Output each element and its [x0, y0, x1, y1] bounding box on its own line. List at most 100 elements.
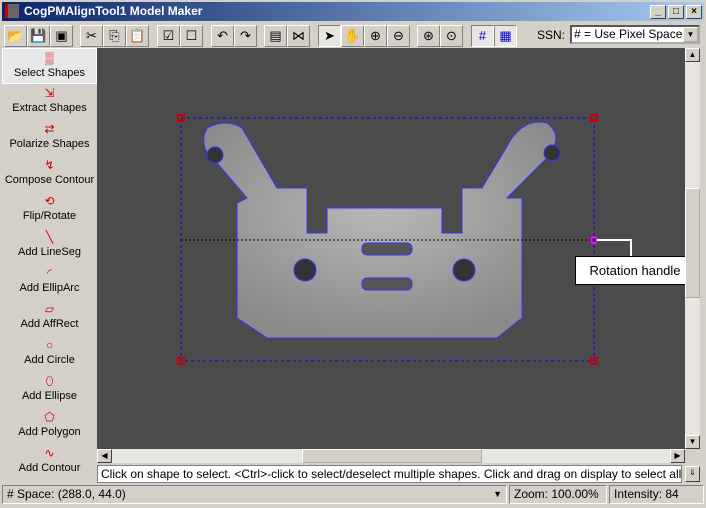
- redo-button[interactable]: ↷: [234, 25, 257, 47]
- properties-icon: ▤: [269, 28, 282, 43]
- undo-button[interactable]: ↶: [211, 25, 234, 47]
- redo-icon: ↷: [240, 28, 251, 43]
- tool-label: Extract Shapes: [12, 102, 87, 114]
- add-affrect-icon: ▱: [44, 302, 55, 316]
- tool-label: Add Polygon: [18, 426, 81, 438]
- save-icon: 💾: [30, 28, 47, 43]
- open-button[interactable]: 📂: [4, 25, 27, 47]
- pan-button[interactable]: ✋: [341, 25, 364, 47]
- zoom-out-icon: ⊖: [393, 28, 404, 43]
- tool-label: Compose Contour: [4, 174, 95, 186]
- tool-label: Add Contour: [18, 462, 81, 474]
- tool-label: Add Circle: [24, 354, 75, 366]
- close-button[interactable]: ×: [686, 5, 702, 19]
- pointer-icon: ➤: [324, 28, 335, 43]
- add-lineseg-icon: ╲: [45, 230, 54, 244]
- fine-grid-button[interactable]: ▦: [494, 25, 517, 47]
- pan-icon: ✋: [344, 28, 361, 43]
- tool-add-circle[interactable]: ○ Add Circle: [2, 336, 97, 372]
- rotation-handle-callout: Rotation handle: [575, 256, 695, 285]
- tool-add-affrect[interactable]: ▱ Add AffRect: [2, 300, 97, 336]
- scroll-up-icon[interactable]: ▲: [685, 48, 700, 62]
- cut-icon: ✂: [86, 28, 97, 43]
- zoom-out-button[interactable]: ⊖: [387, 25, 410, 47]
- horizontal-scrollbar[interactable]: ◀ ▶: [97, 449, 685, 463]
- image-display[interactable]: [97, 48, 685, 449]
- deselect-button[interactable]: ☐: [180, 25, 203, 47]
- add-elliparc-icon: ◜: [47, 266, 52, 280]
- fit-button[interactable]: ⋈: [287, 25, 310, 47]
- minimize-button[interactable]: _: [650, 5, 666, 19]
- window-title: CogPMAlignTool1 Model Maker: [24, 4, 203, 18]
- tool-label: Add EllipArc: [19, 282, 80, 294]
- app-icon: [5, 4, 19, 18]
- save-as-icon: ▣: [55, 28, 68, 43]
- add-circle-icon: ○: [45, 338, 54, 352]
- tool-select-shapes[interactable]: ▒ Select Shapes: [2, 48, 97, 84]
- compose-contour-icon: ↯: [44, 158, 55, 172]
- vertical-scrollbar[interactable]: ▲ ▼: [685, 48, 700, 449]
- status-bar: # Space: (288.0, 44.0) ▼ Zoom: 100.00% In…: [2, 485, 704, 504]
- tool-flip-rotate[interactable]: ⟲ Flip/Rotate: [2, 192, 97, 228]
- cut-button[interactable]: ✂: [80, 25, 103, 47]
- paste-button[interactable]: 📋: [126, 25, 149, 47]
- extract-shapes-icon: ⇲: [44, 86, 55, 100]
- select-shapes-icon: ▒: [45, 51, 54, 65]
- horizontal-scroll-thumb[interactable]: [302, 449, 482, 463]
- ssn-label: SSN:: [537, 28, 566, 42]
- space-pane: # Space: (288.0, 44.0) ▼: [2, 485, 507, 504]
- open-icon: 📂: [7, 28, 24, 43]
- tool-extract-shapes[interactable]: ⇲ Extract Shapes: [2, 84, 97, 120]
- part-image: [203, 121, 561, 339]
- save-button[interactable]: 💾: [27, 25, 50, 47]
- scroll-left-icon[interactable]: ◀: [97, 449, 112, 463]
- zoom-fit-button[interactable]: ⊛: [417, 25, 440, 47]
- expand-hint-icon[interactable]: ⇓: [685, 466, 700, 482]
- tool-add-elliparc[interactable]: ◜ Add EllipArc: [2, 264, 97, 300]
- hint-text: Click on shape to select. <Ctrl>-click t…: [97, 465, 682, 483]
- scroll-down-icon[interactable]: ▼: [685, 435, 700, 449]
- title-bar: CogPMAlignTool1 Model Maker _ □ ×: [2, 2, 704, 21]
- maximize-button[interactable]: □: [668, 5, 684, 19]
- copy-icon: ⎘: [109, 28, 120, 43]
- intensity-pane: Intensity: 84: [609, 485, 704, 504]
- tool-label: Add AffRect: [20, 318, 79, 330]
- select-all-icon: ☑: [162, 28, 175, 43]
- tool-label: Add LineSeg: [18, 246, 81, 258]
- tool-add-contour[interactable]: ∿ Add Contour: [2, 444, 97, 480]
- zoom-fit-icon: ⊛: [423, 28, 434, 43]
- copy-button[interactable]: ⎘: [103, 25, 126, 47]
- properties-button[interactable]: ▤: [264, 25, 287, 47]
- grid-icon: #: [478, 28, 487, 43]
- add-ellipse-icon: ⬯: [45, 374, 54, 388]
- scroll-right-icon[interactable]: ▶: [670, 449, 685, 463]
- add-polygon-icon: ⬠: [44, 410, 55, 424]
- flip-rotate-icon: ⟲: [44, 194, 55, 208]
- fine-grid-icon: ▦: [499, 28, 512, 43]
- vertical-scroll-thumb[interactable]: [685, 188, 700, 298]
- polarize-shapes-icon: ⇄: [44, 122, 55, 136]
- resize-handle[interactable]: [590, 114, 598, 122]
- pointer-button[interactable]: ➤: [318, 25, 341, 47]
- chevron-down-icon[interactable]: ▼: [683, 27, 698, 42]
- tool-compose-contour[interactable]: ↯ Compose Contour: [2, 156, 97, 192]
- add-contour-icon: ∿: [44, 446, 55, 460]
- space-dropdown-icon[interactable]: ▼: [493, 486, 502, 503]
- deselect-icon: ☐: [185, 28, 198, 43]
- tool-polarize-shapes[interactable]: ⇄ Polarize Shapes: [2, 120, 97, 156]
- undo-icon: ↶: [217, 28, 228, 43]
- tool-label: Polarize Shapes: [9, 138, 90, 150]
- tool-add-ellipse[interactable]: ⬯ Add Ellipse: [2, 372, 97, 408]
- paste-icon: 📋: [129, 28, 146, 43]
- ssn-select[interactable]: # = Use Pixel Space ▼: [570, 25, 700, 44]
- zoom-100-icon: ⊙: [446, 28, 457, 43]
- zoom-100-button[interactable]: ⊙: [440, 25, 463, 47]
- zoom-in-button[interactable]: ⊕: [364, 25, 387, 47]
- tool-add-lineseg[interactable]: ╲ Add LineSeg: [2, 228, 97, 264]
- zoom-in-icon: ⊕: [370, 28, 381, 43]
- select-all-button[interactable]: ☑: [157, 25, 180, 47]
- save-as-button[interactable]: ▣: [50, 25, 73, 47]
- grid-button[interactable]: #: [471, 25, 494, 47]
- fit-icon: ⋈: [292, 28, 305, 43]
- tool-add-polygon[interactable]: ⬠ Add Polygon: [2, 408, 97, 444]
